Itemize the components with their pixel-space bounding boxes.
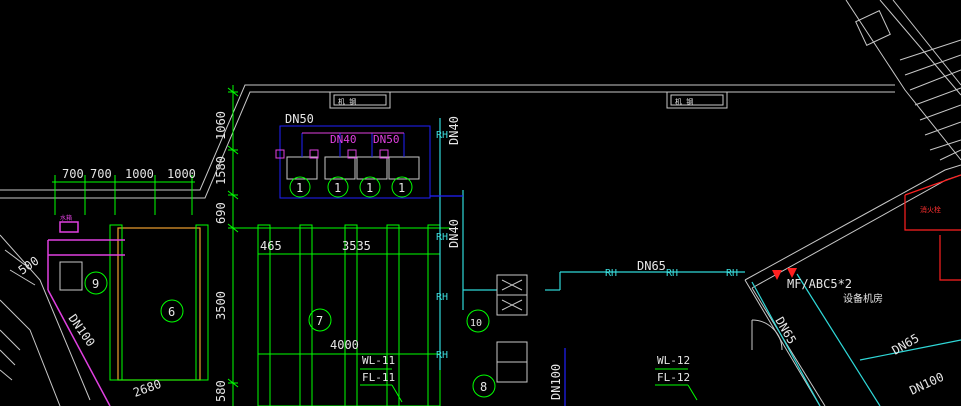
- magenta-tag: 水箱: [60, 214, 72, 222]
- dn65-label: DN65: [637, 259, 666, 273]
- plate-right-text: 机 钢: [675, 97, 693, 106]
- pump-no-2: 1: [334, 181, 341, 195]
- dn50-label-b: DN50: [373, 133, 400, 146]
- extinguisher-label: MF/ABC5*2: [787, 277, 852, 291]
- dim-580: 580: [214, 380, 228, 402]
- dim-3500: 3500: [214, 291, 228, 320]
- magenta-pipe: [47, 221, 125, 406]
- dim-700-a: 700: [62, 167, 84, 181]
- red-wall: [904, 174, 961, 281]
- dim-690: 690: [214, 202, 228, 224]
- fl12-label: FL-12: [657, 371, 690, 384]
- pump-no-1: 1: [296, 181, 303, 195]
- room-name: 设备机房: [843, 292, 883, 305]
- rh-label-1: RH: [436, 130, 448, 141]
- dim-1580: 1580: [214, 156, 228, 185]
- dim-4000: 4000: [330, 338, 359, 352]
- wl-leaders: [360, 368, 698, 403]
- dn40-riser-label-2: DN40: [447, 219, 461, 248]
- dn40-riser-label: DN40: [447, 116, 461, 145]
- dim-700-b: 700: [90, 167, 112, 181]
- pump-no-4: 1: [398, 181, 405, 195]
- rh-label-6: RH: [666, 268, 678, 279]
- rh-label-7: RH: [726, 268, 738, 279]
- pump-no-3: 1: [366, 181, 373, 195]
- rh-label-2: RH: [436, 232, 448, 243]
- wl12-label: WL-12: [657, 354, 690, 367]
- dim-465: 465: [260, 239, 282, 253]
- red-room-label: 消火栓: [920, 205, 941, 214]
- top-dim-labels: 700 700 1000 1000: [62, 167, 196, 181]
- valve-no-8: 8: [480, 380, 487, 394]
- tank-no-9: 9: [92, 277, 99, 291]
- tank-no-6: 6: [168, 305, 175, 319]
- plate-left-text: 机 钢: [338, 97, 356, 106]
- fl11-label: FL-11: [362, 371, 395, 384]
- rh-label-5: RH: [605, 268, 617, 279]
- top-dimension: [52, 175, 195, 215]
- dim-1000-a: 1000: [125, 167, 154, 181]
- building-walls: [0, 0, 961, 406]
- dn65-right-label: DN65: [890, 331, 922, 358]
- dim-1060: 1060: [214, 111, 228, 140]
- dn50-label: DN50: [285, 112, 314, 126]
- wl11-label: WL-11: [362, 354, 395, 367]
- rh-label-3: RH: [436, 292, 448, 303]
- dn40-label: DN40: [330, 133, 357, 146]
- rh-label-4: RH: [436, 350, 448, 361]
- tank-6: [109, 224, 209, 381]
- cad-drawing-canvas[interactable]: 700 700 1000 1000 1060 1580 690 3500 580…: [0, 0, 961, 406]
- tank-no-7: 7: [316, 314, 323, 328]
- dn100-right-label: DN100: [907, 370, 946, 398]
- tank-9: [59, 261, 108, 295]
- drawing-svg: 700 700 1000 1000 1060 1580 690 3500 580…: [0, 0, 961, 406]
- valve-no-10: 10: [470, 318, 482, 329]
- dn100-mid-label: DN100: [549, 364, 563, 400]
- dn65-diag-label: DN65: [772, 315, 799, 347]
- cyan-pipes: [439, 118, 961, 406]
- extinguisher-icon: [772, 270, 782, 280]
- dim-1000-b: 1000: [167, 167, 196, 181]
- dim-3535: 3535: [342, 239, 371, 253]
